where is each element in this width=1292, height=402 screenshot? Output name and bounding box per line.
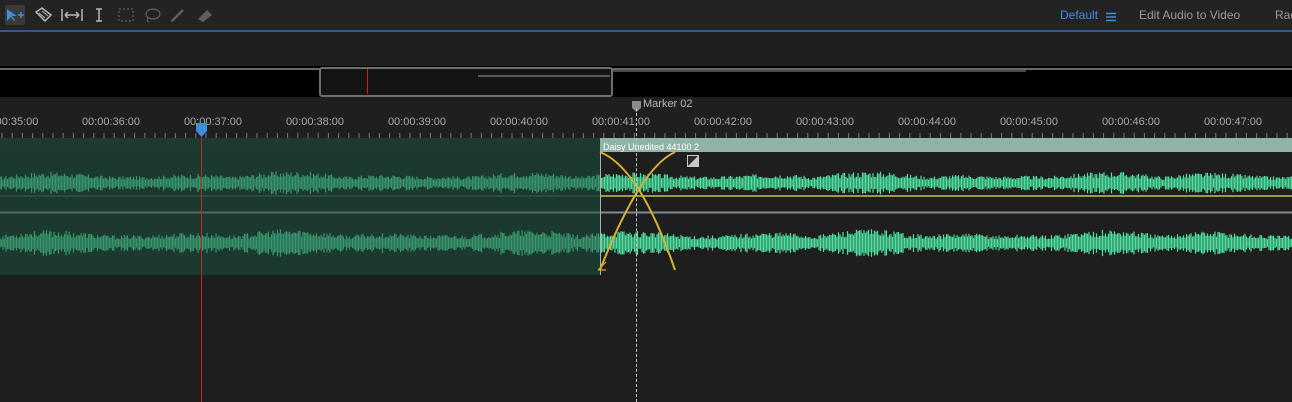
ruler-tick-label: 00:00:37:00 xyxy=(183,116,243,128)
ruler-tick-label: 00:00:47:00 xyxy=(1203,116,1263,128)
marker-label[interactable]: Marker 02 xyxy=(643,98,693,110)
ruler-tick-label: 00:35:00 xyxy=(0,116,39,128)
clip-right-body xyxy=(600,138,1292,275)
ruler-tick-label: 00:00:45:00 xyxy=(999,116,1059,128)
workspace-edit-audio-to-video[interactable]: Edit Audio to Video xyxy=(1139,8,1240,22)
multitrack-clips[interactable] xyxy=(0,138,1292,275)
ruler-tick-label: 00:00:36:00 xyxy=(81,116,141,128)
ruler-tick-label: 00:00:44:00 xyxy=(897,116,957,128)
clip-header xyxy=(600,138,1292,152)
marker-cursor-line xyxy=(636,108,637,402)
move-time-selection-icon[interactable] xyxy=(5,5,25,25)
ruler-tick-label: 00:00:40:00 xyxy=(489,116,549,128)
spot-healing-icon[interactable] xyxy=(195,5,215,25)
workspace-radio[interactable]: Rad xyxy=(1275,8,1292,22)
zoom-view-window[interactable] xyxy=(319,67,613,97)
clip-name-label: Daisy Unedited 44100 2 xyxy=(603,142,700,152)
overview-navigator[interactable] xyxy=(0,66,1292,97)
paintbrush-selection-icon[interactable] xyxy=(168,5,188,25)
slip-icon[interactable] xyxy=(60,5,84,25)
razor-icon[interactable] xyxy=(34,5,54,25)
ruler-tick-label: 00:00:41:00 xyxy=(591,116,651,128)
empty-band xyxy=(0,32,1292,66)
lasso-selection-icon[interactable] xyxy=(142,5,162,25)
playhead-icon[interactable] xyxy=(196,123,207,142)
hamburger-icon[interactable] xyxy=(1106,9,1116,27)
ruler-tick-label: 00:00:46:00 xyxy=(1101,116,1161,128)
workspace-default[interactable]: Default xyxy=(1060,8,1098,22)
ruler-tick-label: 00:00:39:00 xyxy=(387,116,447,128)
toolbar: Default Edit Audio to Video Rad xyxy=(0,0,1292,32)
fade-handle-icon[interactable] xyxy=(687,154,699,172)
ruler-tick-label: 00:00:42:00 xyxy=(693,116,753,128)
ruler-tick-label: 00:00:38:00 xyxy=(285,116,345,128)
overview-playhead xyxy=(367,69,368,94)
time-selection-icon[interactable] xyxy=(89,5,109,25)
ruler-tick-label: 00:00:43:00 xyxy=(795,116,855,128)
playhead-line[interactable] xyxy=(201,128,202,402)
time-ruler[interactable]: 00:35:00 00:00:36:00 00:00:37:00 00:00:3… xyxy=(0,112,1292,138)
marquee-selection-icon[interactable] xyxy=(116,5,136,25)
empty-track-area[interactable] xyxy=(0,275,1292,402)
